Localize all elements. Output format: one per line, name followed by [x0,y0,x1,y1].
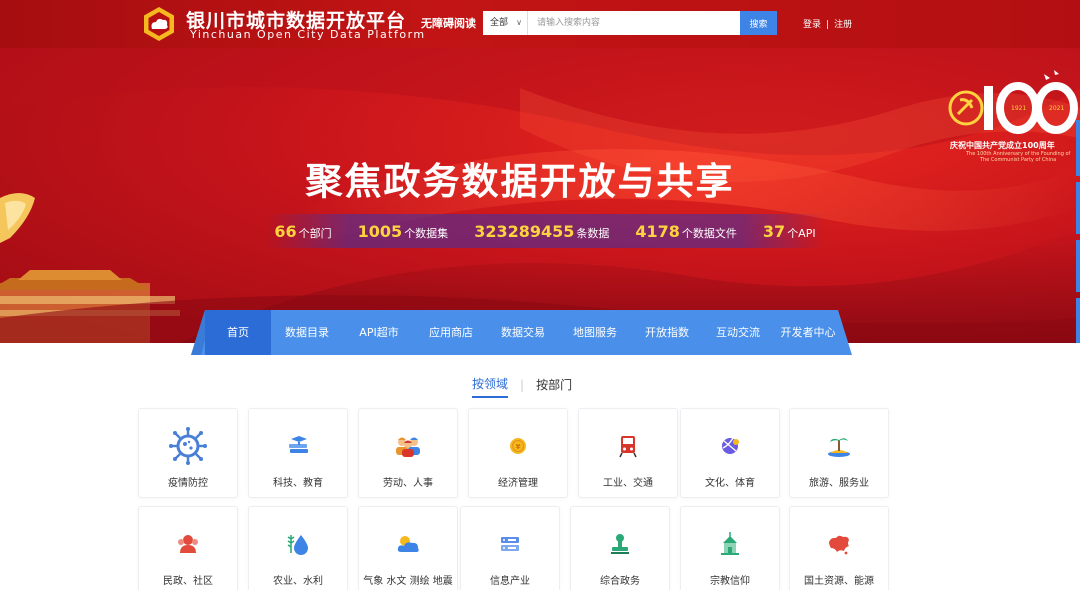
train-icon [619,436,637,458]
nav-home[interactable]: 首页 [205,310,271,355]
category-card-government-affairs[interactable]: 综合政务 [570,506,670,590]
side-tab-1[interactable] [1076,120,1080,176]
category-card-agriculture-water[interactable]: 农业、水利 [248,506,348,590]
tab-separator: | [520,377,525,392]
side-tab-3[interactable] [1076,240,1080,292]
tab-by-domain[interactable]: 按领域 [472,375,509,398]
stat-unit: 个数据集 [404,226,449,240]
year-end: 2021 [1049,105,1064,112]
nav-map-service[interactable]: 地图服务 [559,310,631,355]
search-button[interactable]: 搜索 [740,11,777,35]
island-icon [828,438,850,457]
side-tab-2[interactable] [1076,182,1080,234]
category-card-labor-personnel[interactable]: 劳动、人事 [358,408,458,498]
stat-departments: 66 个部门 [274,222,331,241]
register-link[interactable]: 注册 [834,20,852,30]
nav-open-index[interactable]: 开放指数 [631,310,703,355]
category-label: 气象 水文 测绘 地震 [363,576,453,587]
filter-tabs: 按领域 | 按部门 [472,375,572,398]
stat-apis: 37 个API [763,222,816,241]
stat-files: 4178 个数据文件 [635,222,737,241]
category-label: 经济管理 [498,478,538,489]
category-card-information-industry[interactable]: 信息产业 [460,506,560,590]
category-label: 宗教信仰 [710,576,750,587]
temple-icon [721,532,739,555]
nav-api-market[interactable]: API超市 [343,310,415,355]
category-card-tourism-service[interactable]: 旅游、服务业 [789,408,889,498]
category-card-industry-transport[interactable]: 工业、交通 [578,408,678,498]
server-icon [501,537,519,551]
category-label: 疫情防控 [168,478,208,489]
category-label: 农业、水利 [273,576,323,587]
stat-value: 1005 [357,221,403,241]
coin-icon: ¥ [510,438,526,454]
category-card-civil-community[interactable]: 民政、社区 [138,506,238,590]
stat-unit: 个数据文件 [681,226,737,240]
water-drop-icon [287,535,308,555]
nav-data-trade[interactable]: 数据交易 [487,310,559,355]
ball-icon [722,437,739,454]
brand-subtitle: Yinchuan Open City Data Platform [190,28,426,41]
stat-value: 37 [762,221,786,241]
category-label: 民政、社区 [163,576,213,587]
stat-value: 4178 [635,221,680,241]
category-card-epidemic[interactable]: 疫情防控 [138,408,238,498]
accessible-reading-link[interactable]: 无障碍阅读 [421,15,476,31]
nav-interaction[interactable]: 互动交流 [703,310,773,355]
stat-unit: 个API [787,226,816,240]
auth-links: 登录 | 注册 [803,17,852,30]
stat-value: 66 [274,221,297,241]
books-icon [289,436,308,453]
workers-icon [396,437,420,457]
hero-banner: 1921 2021 庆祝中国共产党成立100周年 The 100th Anniv… [0,48,1080,343]
map-china-icon [829,535,849,555]
category-label: 旅游、服务业 [809,478,869,489]
category-label: 劳动、人事 [383,478,433,489]
top-header: 银川市城市数据开放平台 Yinchuan Open City Data Plat… [0,0,1080,48]
stats-bar: 66 个部门 1005 个数据集 323289455 条数据 4178 个数据文件 37… [265,214,825,248]
hero-title: 聚焦政务数据开放与共享 [305,160,735,203]
nav-items: 首页 数据目录 API超市 应用商店 数据交易 地图服务 开放指数 互动交流 开… [205,310,843,355]
weather-icon [397,536,419,552]
search-scope-select[interactable]: 全部 ∨ [483,11,528,35]
category-label: 国土资源、能源 [804,576,874,587]
category-label: 综合政务 [600,576,640,587]
category-card-economy[interactable]: ¥ 经济管理 [468,408,568,498]
auth-separator: | [826,20,830,30]
nav-app-store[interactable]: 应用商店 [415,310,487,355]
search-scope-value: 全部 [490,18,509,28]
svg-text:¥: ¥ [516,443,521,451]
tab-by-department[interactable]: 按部门 [536,376,572,397]
community-icon [178,535,198,553]
category-label: 工业、交通 [603,478,653,489]
search-input[interactable] [528,11,740,35]
stat-unit: 个部门 [298,226,332,240]
category-label: 信息产业 [490,576,530,587]
category-card-religion[interactable]: 宗教信仰 [680,506,780,590]
category-label: 文化、体育 [705,478,755,489]
nav-data-catalog[interactable]: 数据目录 [271,310,343,355]
main-nav: 首页 数据目录 API超市 应用商店 数据交易 地图服务 开放指数 互动交流 开… [191,310,852,355]
virus-icon [169,427,207,465]
platform-logo-icon[interactable] [140,5,178,43]
year-start: 1921 [1011,105,1026,112]
stat-datasets: 1005 个数据集 [358,222,449,241]
chevron-down-icon: ∨ [516,18,522,27]
login-link[interactable]: 登录 [803,20,821,30]
category-card-weather-survey[interactable]: 气象 水文 测绘 地震 [358,506,458,590]
stamp-icon [611,534,629,554]
stat-value: 323289455 [474,221,575,241]
category-label: 科技、教育 [273,478,323,489]
nav-developer-center[interactable]: 开发者中心 [773,310,843,355]
anniversary-title: 庆祝中国共产党成立100周年 [950,141,1055,150]
category-card-science-education[interactable]: 科技、教育 [248,408,348,498]
stat-records: 323289455 条数据 [474,222,609,241]
category-card-land-energy[interactable]: 国土资源、能源 [789,506,889,590]
stat-unit: 条数据 [576,226,610,240]
category-card-culture-sports[interactable]: 文化、体育 [680,408,780,498]
